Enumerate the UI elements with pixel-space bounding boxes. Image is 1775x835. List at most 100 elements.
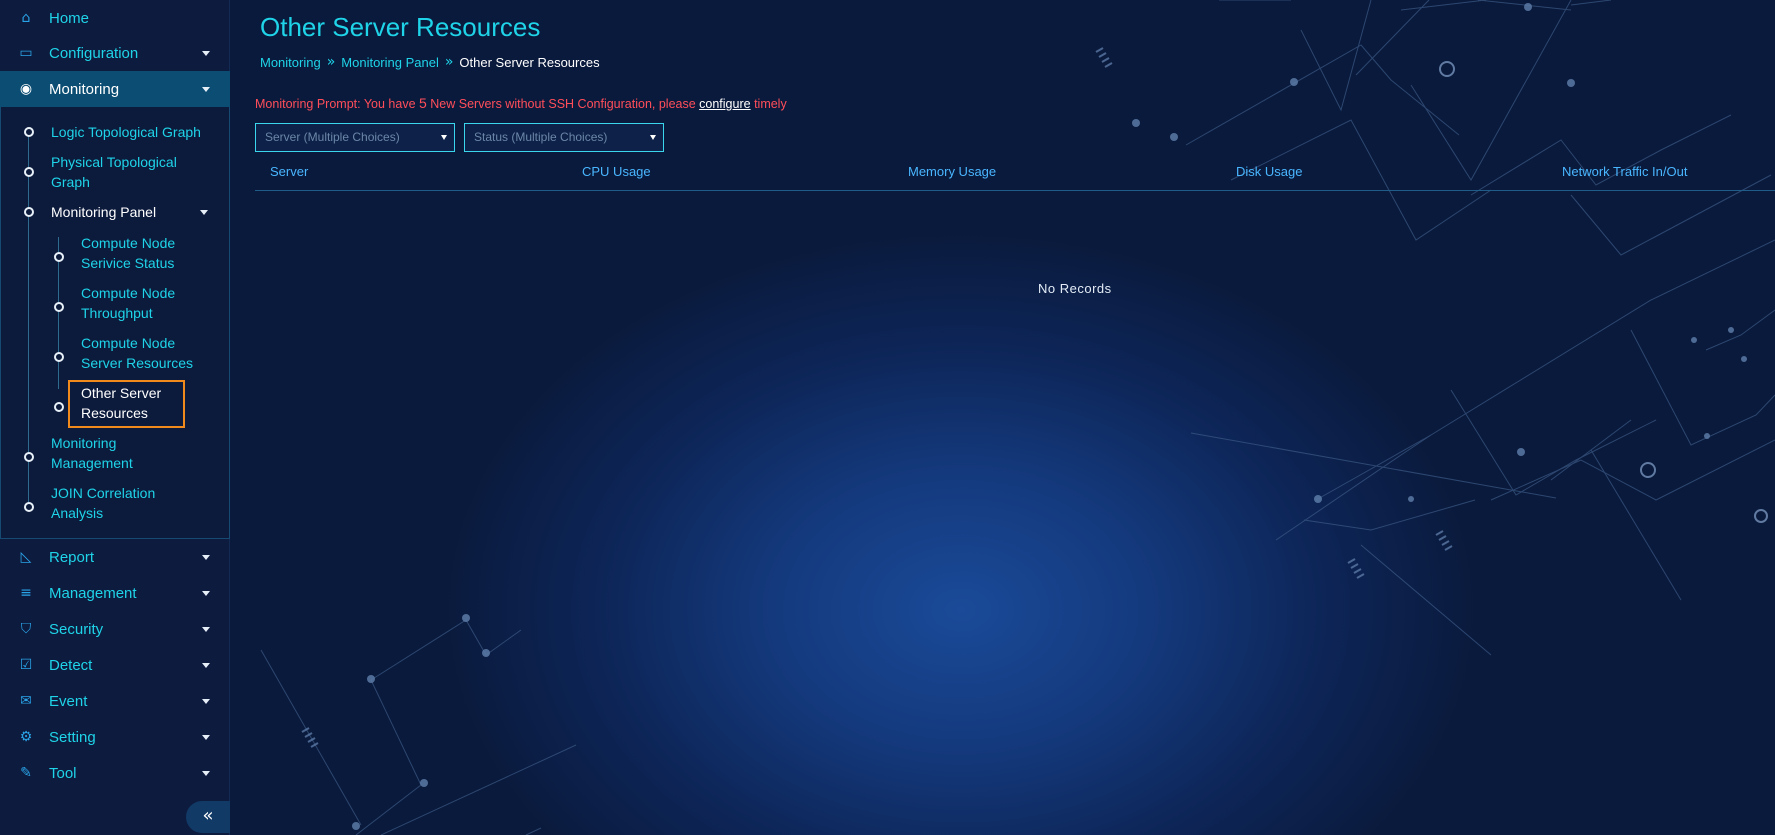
sidebar-item-label: Home: [49, 9, 90, 27]
sidebar-item-security[interactable]: ⛉ Security: [0, 611, 230, 647]
sidebar-item-label: Configuration: [49, 44, 139, 62]
breadcrumb-current: Other Server Resources: [459, 54, 600, 70]
sidebar: ⌂ Home ▭ Configuration ◉ Monitoring Logi…: [0, 0, 230, 835]
sidebar-item-label: Graph: [51, 174, 90, 190]
sidebar-item-label: Report: [49, 548, 95, 566]
sidebar-item-label: Monitoring: [51, 435, 117, 451]
sidebar-item-label: Serivice Status: [81, 255, 175, 271]
tree-node-icon: [24, 167, 34, 177]
database-icon: ≡: [20, 585, 32, 601]
caret-down-icon: [202, 771, 210, 776]
wrench-icon: ✎: [20, 765, 32, 781]
sidebar-item-setting[interactable]: ⚙ Setting: [0, 719, 230, 755]
double-chevron-right-icon: »: [444, 54, 454, 70]
sidebar-item-label: Compute Node: [81, 235, 176, 251]
column-header-memory-usage[interactable]: Memory Usage: [908, 164, 996, 179]
sidebar-item-label: Monitoring: [49, 80, 120, 98]
sidebar-item-label: Management: [49, 584, 137, 602]
status-filter-select[interactable]: Status (Multiple Choices): [464, 123, 664, 152]
main-content: Other Server Resources Monitoring » Moni…: [231, 0, 1775, 835]
caret-down-icon: [202, 627, 210, 632]
double-chevron-left-icon: «: [202, 805, 214, 826]
sidebar-item-compute-node-service-status[interactable]: Compute Node Serivice Status: [81, 233, 175, 273]
sidebar-item-monitoring-management[interactable]: Monitoring Management: [51, 433, 133, 473]
circuit-background: [260, 0, 1775, 835]
check-square-icon: ☑: [19, 657, 33, 673]
caret-down-icon: [441, 135, 447, 140]
tree-node-icon: [54, 352, 64, 362]
tree-node-icon: [24, 502, 34, 512]
prompt-prefix: Monitoring Prompt: You have: [255, 97, 419, 111]
column-header-cpu-usage[interactable]: CPU Usage: [582, 164, 651, 179]
breadcrumb: Monitoring » Monitoring Panel » Other Se…: [260, 54, 600, 70]
table-header: Server CPU Usage Memory Usage Disk Usage…: [255, 160, 1775, 191]
column-header-network-traffic[interactable]: Network Traffic In/Out: [1562, 164, 1687, 179]
empty-state-text: No Records: [1038, 281, 1112, 296]
sidebar-item-management[interactable]: ≡ Management: [0, 575, 230, 611]
column-header-server[interactable]: Server: [270, 164, 308, 179]
prompt-count: 5: [419, 95, 427, 111]
configure-link[interactable]: configure: [699, 97, 750, 111]
sidebar-item-compute-node-server-resources[interactable]: Compute Node Server Resources: [81, 333, 193, 373]
caret-down-icon: [202, 87, 210, 92]
caret-down-icon: [202, 591, 210, 596]
envelope-icon: ✉: [20, 693, 32, 709]
sidebar-item-label: Compute Node: [81, 335, 176, 351]
sidebar-item-label: Analysis: [51, 505, 104, 521]
caret-down-icon: [650, 135, 656, 140]
prompt-suffix: timely: [750, 97, 787, 111]
tree-node-icon: [24, 207, 34, 217]
tree-node-icon: [24, 127, 34, 137]
sidebar-item-logic-topological-graph[interactable]: Logic Topological Graph: [51, 122, 201, 142]
eye-icon: ◉: [19, 81, 33, 97]
breadcrumb-monitoring-panel[interactable]: Monitoring Panel: [341, 55, 439, 70]
sidebar-item-label: Security: [49, 620, 104, 638]
area-chart-icon: ◺: [20, 549, 32, 565]
sidebar-item-label: Event: [49, 692, 88, 710]
sidebar-item-monitoring-panel[interactable]: Monitoring Panel: [51, 202, 156, 222]
monitoring-prompt: Monitoring Prompt: You have 5 New Server…: [255, 95, 787, 111]
home-icon: ⌂: [21, 10, 31, 26]
column-header-disk-usage[interactable]: Disk Usage: [1236, 164, 1302, 179]
tree-node-icon: [54, 252, 64, 262]
sidebar-item-label: Setting: [49, 728, 96, 746]
sidebar-item-compute-node-throughput[interactable]: Compute Node Throughput: [81, 283, 175, 323]
tree-node-icon: [24, 452, 34, 462]
server-filter-value: Server (Multiple Choices): [265, 130, 400, 144]
sidebar-item-label: Server Resources: [81, 355, 194, 371]
caret-down-icon: [200, 210, 208, 215]
caret-down-icon: [202, 555, 210, 560]
sidebar-item-home[interactable]: ⌂ Home: [0, 0, 230, 36]
sidebar-item-join-correlation-analysis[interactable]: JOIN Correlation Analysis: [51, 483, 155, 523]
breadcrumb-monitoring[interactable]: Monitoring: [260, 55, 321, 70]
sidebar-item-label: Tool: [49, 764, 77, 782]
shield-icon: ⛉: [20, 621, 32, 637]
sidebar-item-label: Compute Node: [81, 285, 176, 301]
collapse-sidebar-button[interactable]: «: [186, 801, 230, 833]
prompt-middle: New Servers without SSH Configuration, p…: [426, 97, 700, 111]
sidebar-item-event[interactable]: ✉ Event: [0, 683, 230, 719]
sidebar-item-configuration[interactable]: ▭ Configuration: [0, 35, 230, 71]
selection-highlight: [68, 380, 185, 428]
monitoring-submenu: Logic Topological Graph Physical Topolog…: [0, 107, 230, 539]
caret-down-icon: [202, 51, 210, 56]
gear-icon: ⚙: [19, 729, 33, 745]
caret-down-icon: [202, 735, 210, 740]
status-filter-value: Status (Multiple Choices): [474, 130, 608, 144]
sidebar-item-tool[interactable]: ✎ Tool: [0, 755, 230, 791]
server-filter-select[interactable]: Server (Multiple Choices): [255, 123, 455, 152]
monitor-icon: ▭: [19, 45, 33, 61]
sidebar-item-label: Management: [51, 455, 133, 471]
caret-down-icon: [202, 699, 210, 704]
sidebar-item-report[interactable]: ◺ Report: [0, 539, 230, 575]
sidebar-item-label: Physical Topological: [51, 154, 177, 170]
sidebar-item-label: JOIN Correlation: [51, 485, 156, 501]
double-chevron-right-icon: »: [326, 54, 336, 70]
caret-down-icon: [202, 663, 210, 668]
sidebar-item-detect[interactable]: ☑ Detect: [0, 647, 230, 683]
sidebar-item-monitoring[interactable]: ◉ Monitoring: [0, 71, 230, 107]
sidebar-item-physical-topological-graph[interactable]: Physical Topological Graph: [51, 152, 177, 192]
tree-node-icon: [54, 402, 64, 412]
sidebar-item-label: Detect: [49, 656, 93, 674]
sidebar-item-label: Throughput: [81, 305, 153, 321]
